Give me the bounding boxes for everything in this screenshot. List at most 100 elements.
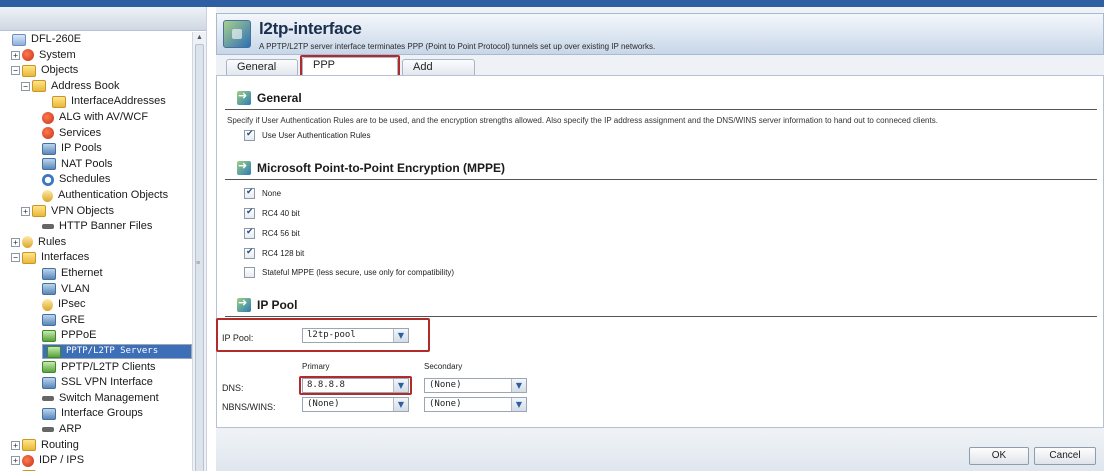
section-ip-pool-title: IP Pool — [237, 296, 297, 312]
alg-icon — [42, 111, 54, 124]
collapse-icon[interactable]: − — [11, 253, 20, 263]
collapse-icon[interactable]: − — [11, 66, 20, 76]
tree-item[interactable]: Rules — [22, 235, 68, 250]
tree-item[interactable]: Switch Management — [42, 391, 161, 406]
services-icon — [42, 127, 54, 140]
tab-ppp-parameters[interactable]: PPP Parameters — [302, 57, 398, 86]
tab-general[interactable]: General — [226, 59, 298, 75]
nbns-primary-select[interactable]: (None) ▼ — [302, 397, 409, 412]
ipsec-icon — [42, 298, 53, 311]
tree-item[interactable]: PPTP/L2TP Clients — [42, 360, 158, 375]
chevron-down-icon[interactable]: ▼ — [511, 379, 526, 392]
tree-item[interactable]: VLAN — [42, 282, 92, 297]
tree-item[interactable]: Interfaces — [22, 250, 91, 265]
collapse-icon[interactable]: − — [21, 81, 30, 91]
mppe-rc4-56-checkbox[interactable] — [244, 227, 255, 239]
tree-item-label: ALG with AV/WCF — [59, 111, 149, 123]
tree-item[interactable]: Objects — [22, 63, 80, 78]
tree-item[interactable]: ALG with AV/WCF — [42, 110, 150, 125]
mppe-none-checkbox[interactable] — [244, 187, 255, 199]
key-icon — [42, 189, 53, 202]
tree-item[interactable]: PPTP/L2TP Servers — [42, 344, 192, 359]
expand-icon[interactable]: + — [11, 237, 20, 247]
navigation-tree: DFL-260E System + Objects − Address Book − Inte… — [0, 7, 207, 471]
folder-icon — [32, 80, 46, 93]
mppe-rc4-40-row: RC4 40 bit — [244, 207, 300, 219]
tree-item[interactable]: PPPoE — [42, 328, 98, 343]
tree-item[interactable]: Ethernet — [42, 266, 105, 281]
general-description: Specify if User Authentication Rules are… — [227, 116, 938, 125]
expand-icon[interactable]: + — [11, 440, 20, 450]
expand-icon[interactable]: + — [11, 456, 20, 466]
folder-icon — [22, 251, 36, 264]
tree-item-label: DFL-260E — [31, 33, 82, 45]
nbns-secondary-value: (None) — [429, 399, 462, 409]
tree-item[interactable]: Authentication Objects — [42, 188, 170, 203]
nbns-primary-value: (None) — [307, 399, 340, 409]
tree-item-label: HTTP Banner Files — [59, 220, 153, 233]
tree-item[interactable]: Address Book — [32, 79, 121, 94]
tree-item[interactable]: IP Pools — [42, 141, 104, 156]
mppe-rc4-56-row: RC4 56 bit — [244, 227, 300, 239]
tree-item[interactable]: NAT Pools — [42, 157, 115, 172]
primary-column-label: Primary — [302, 362, 330, 371]
tree-item[interactable]: SSL VPN Interface — [42, 375, 155, 390]
dns-secondary-select[interactable]: (None) ▼ — [424, 378, 527, 393]
tab-add-route[interactable]: Add Route — [402, 59, 475, 88]
chevron-down-icon[interactable]: ▼ — [393, 329, 408, 342]
dns-primary-value: 8.8.8.8 — [307, 380, 345, 390]
tree-item-label: Services — [59, 126, 102, 139]
tree-item[interactable]: ARP — [42, 422, 84, 437]
tree-item-label: Interfaces — [41, 251, 90, 264]
ssl-vpn-icon — [42, 376, 56, 389]
use-auth-rules-checkbox[interactable] — [244, 129, 255, 141]
tree-item[interactable]: IPsec — [42, 297, 88, 312]
tree-item[interactable]: IDP / IPS — [22, 453, 86, 468]
tree-item[interactable]: Schedules — [42, 172, 112, 187]
tree-item[interactable]: Routing — [22, 438, 81, 453]
section-arrow-icon — [237, 89, 251, 105]
tree-item[interactable]: InterfaceAddresses — [52, 94, 168, 109]
expand-icon[interactable]: + — [21, 206, 30, 216]
tree-item[interactable]: VPN Objects — [32, 204, 116, 219]
chevron-down-icon[interactable]: ▼ — [393, 398, 408, 411]
tree-item[interactable]: Services — [42, 126, 103, 141]
mppe-rc4-56-label: RC4 56 bit — [262, 229, 300, 238]
tree-item[interactable]: System — [22, 48, 78, 63]
tree-item-label: System — [39, 48, 76, 61]
tree-item-label: Ethernet — [61, 267, 103, 279]
mppe-stateful-row: Stateful MPPE (less secure, use only for… — [244, 267, 454, 278]
mppe-stateful-checkbox[interactable] — [244, 267, 255, 278]
dns-label: DNS: — [222, 383, 244, 393]
tree-item[interactable]: DFL-260E — [12, 32, 83, 47]
tree-body: DFL-260E System + Objects − Address Book − Inte… — [0, 32, 192, 471]
tree-item[interactable]: HTTP Banner Files — [42, 219, 154, 234]
tree-scrollbar[interactable]: ▲ ≡ — [192, 32, 206, 471]
vlan-icon — [42, 283, 56, 296]
cancel-button[interactable]: Cancel — [1034, 447, 1096, 465]
tree-item-label: ARP — [59, 423, 82, 435]
tree-item-label: SSL VPN Interface — [61, 376, 153, 389]
mppe-rc4-128-checkbox[interactable] — [244, 247, 255, 259]
use-auth-rules-label: Use User Authentication Rules — [262, 131, 371, 140]
mppe-rc4-40-checkbox[interactable] — [244, 207, 255, 219]
ip-pool-label: IP Pool: — [222, 333, 254, 343]
chevron-down-icon[interactable]: ▼ — [393, 379, 408, 392]
nbns-secondary-select[interactable]: (None) ▼ — [424, 397, 527, 412]
ok-button[interactable]: OK — [969, 447, 1029, 465]
interface-icon — [223, 20, 251, 48]
pptp-server-icon — [47, 345, 61, 358]
tree-item-label: PPTP/L2TP Clients — [61, 360, 156, 373]
section-general-title: General — [237, 89, 302, 105]
scroll-thumb[interactable] — [195, 44, 204, 471]
scroll-up-icon[interactable]: ▲ — [193, 32, 206, 44]
dns-primary-select[interactable]: 8.8.8.8 ▼ — [302, 378, 409, 393]
tree-item-label: InterfaceAddresses — [71, 95, 166, 108]
chevron-down-icon[interactable]: ▼ — [511, 398, 526, 411]
section-mppe-label: Microsoft Point-to-Point Encryption (MPP… — [257, 161, 505, 175]
expand-icon[interactable]: + — [11, 50, 20, 60]
top-bar — [0, 0, 1104, 7]
tree-item[interactable]: GRE — [42, 313, 87, 328]
tree-item[interactable]: Interface Groups — [42, 406, 145, 421]
ip-pool-select[interactable]: l2tp-pool ▼ — [302, 328, 409, 343]
